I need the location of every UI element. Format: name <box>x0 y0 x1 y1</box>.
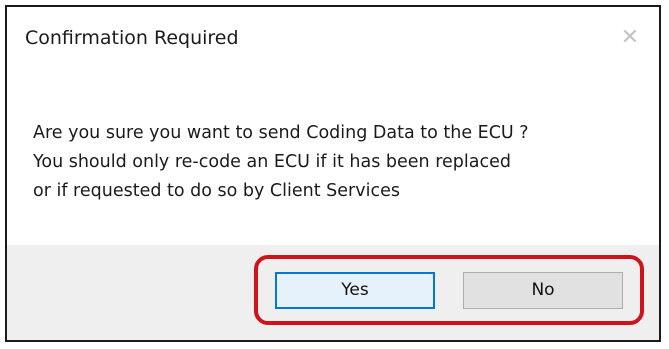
message-line: or if requested to do so by Client Servi… <box>33 181 400 201</box>
dialog-button-bar: Yes No <box>7 245 659 340</box>
close-icon[interactable]: ✕ <box>617 25 643 51</box>
dialog-title: Confirmation Required <box>25 27 239 49</box>
dialog-message: Are you sure you want to send Coding Dat… <box>33 119 529 206</box>
dialog-titlebar: Confirmation Required ✕ <box>7 7 659 75</box>
yes-button[interactable]: Yes <box>275 272 435 309</box>
confirmation-dialog: Confirmation Required ✕ Are you sure you… <box>5 5 661 342</box>
message-line: You should only re-code an ECU if it has… <box>33 152 511 172</box>
message-line: Are you sure you want to send Coding Dat… <box>33 123 529 143</box>
no-button[interactable]: No <box>463 272 623 309</box>
